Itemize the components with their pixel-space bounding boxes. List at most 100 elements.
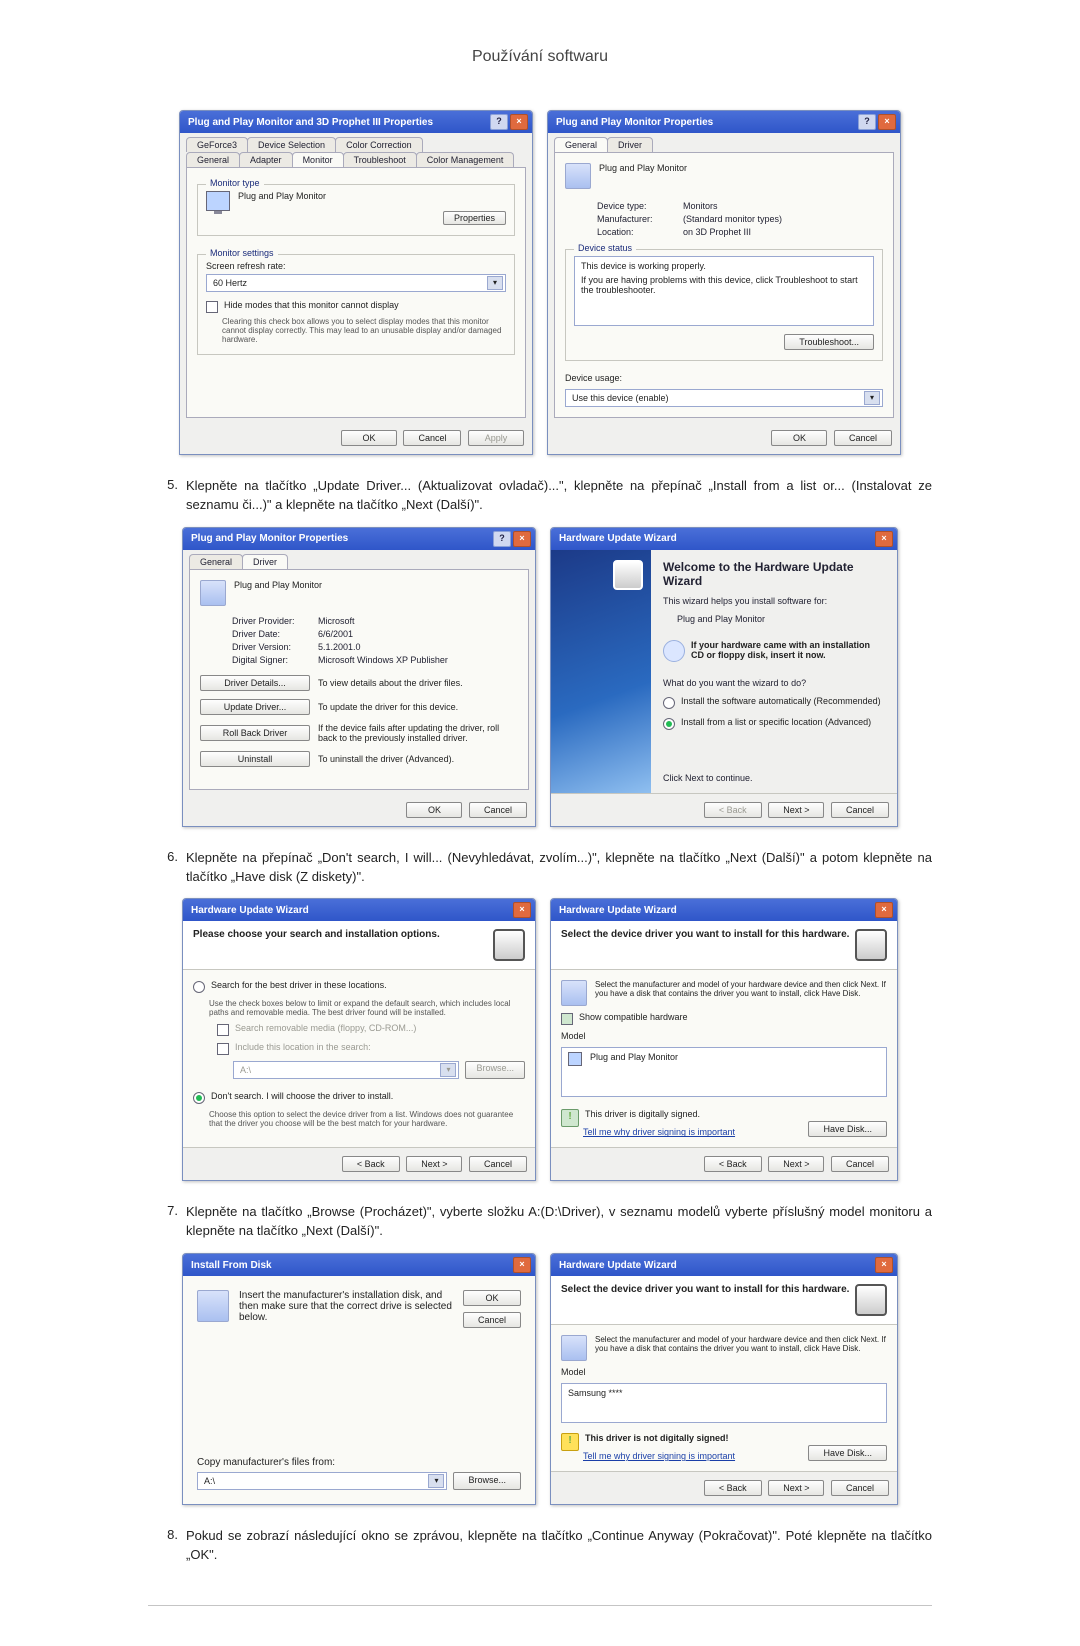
wizard-icon	[855, 929, 887, 961]
back-button[interactable]: < Back	[342, 1156, 400, 1172]
cancel-button[interactable]: Cancel	[463, 1312, 521, 1328]
next-button[interactable]: Next >	[768, 802, 824, 818]
checkbox	[217, 1024, 229, 1036]
wizard-icon	[613, 560, 643, 590]
back-button[interactable]: < Back	[704, 1156, 762, 1172]
next-button[interactable]: Next >	[768, 1480, 824, 1496]
driver-details-button[interactable]: Driver Details...	[200, 675, 310, 691]
chevron-down-icon[interactable]: ▾	[864, 391, 880, 405]
copy-from-value: A:\	[204, 1476, 215, 1486]
back-button[interactable]: < Back	[704, 1480, 762, 1496]
cancel-button[interactable]: Cancel	[831, 1480, 889, 1496]
option-auto[interactable]: Install the software automatically (Reco…	[663, 696, 885, 709]
tab-geforce3[interactable]: GeForce3	[186, 137, 248, 152]
close-icon[interactable]: ×	[875, 531, 893, 547]
next-button[interactable]: Next >	[406, 1156, 462, 1172]
chevron-down-icon[interactable]: ▾	[487, 276, 503, 290]
header-text: Plug and Play Monitor	[234, 580, 322, 590]
chevron-down-icon[interactable]: ▾	[428, 1474, 444, 1488]
close-icon[interactable]: ×	[513, 531, 531, 547]
help-icon[interactable]: ?	[490, 114, 508, 130]
next-button[interactable]: Next >	[768, 1156, 824, 1172]
device-usage-select[interactable]: Use this device (enable) ▾	[565, 389, 883, 407]
ok-button[interactable]: OK	[463, 1290, 521, 1306]
footer-divider	[148, 1605, 932, 1606]
browse-button[interactable]: Browse...	[453, 1472, 521, 1490]
model-list[interactable]: Samsung ****	[561, 1383, 887, 1423]
model-item[interactable]: Samsung ****	[568, 1388, 623, 1398]
apply-button: Apply	[468, 430, 524, 446]
signing-info-link[interactable]: Tell me why driver signing is important	[583, 1451, 735, 1461]
monitor-icon	[565, 163, 591, 189]
option-dont-search-desc: Choose this option to select the device …	[209, 1110, 525, 1128]
step-7: 7. Klepněte na tlačítko „Browse (Procház…	[148, 1203, 932, 1241]
window-title: Plug and Play Monitor Properties	[556, 117, 713, 128]
checkbox[interactable]	[561, 1013, 573, 1025]
radio[interactable]	[193, 981, 205, 993]
close-icon[interactable]: ×	[875, 902, 893, 918]
tab-driver[interactable]: Driver	[607, 137, 653, 152]
close-icon[interactable]: ×	[513, 1257, 531, 1273]
option-list[interactable]: Install from a list or specific location…	[663, 717, 885, 730]
radio[interactable]	[663, 718, 675, 730]
close-icon[interactable]: ×	[875, 1257, 893, 1273]
close-icon[interactable]: ×	[513, 902, 531, 918]
ok-button[interactable]: OK	[406, 802, 462, 818]
hide-modes-label: Hide modes that this monitor cannot disp…	[224, 300, 399, 310]
cancel-button[interactable]: Cancel	[831, 1156, 889, 1172]
titlebar: Plug and Play Monitor and 3D Prophet III…	[180, 111, 532, 133]
option-dont-search-label: Don't search. I will choose the driver t…	[211, 1091, 393, 1101]
kv-key: Manufacturer:	[597, 214, 677, 224]
tab-color-management[interactable]: Color Management	[416, 152, 515, 167]
signing-info-link[interactable]: Tell me why driver signing is important	[583, 1127, 735, 1137]
option-search[interactable]: Search for the best driver in these loca…	[193, 980, 525, 993]
checkbox[interactable]	[206, 301, 218, 313]
help-icon[interactable]: ?	[858, 114, 876, 130]
cancel-button[interactable]: Cancel	[469, 1156, 527, 1172]
option-dont-search[interactable]: Don't search. I will choose the driver t…	[193, 1091, 525, 1104]
cancel-button[interactable]: Cancel	[403, 430, 461, 446]
refresh-rate-select[interactable]: 60 Hertz ▾	[206, 274, 506, 292]
tab-row: GeForce3 Device Selection Color Correcti…	[180, 133, 532, 152]
rollback-driver-desc: If the device fails after updating the d…	[318, 723, 518, 743]
cancel-button[interactable]: Cancel	[469, 802, 527, 818]
ok-button[interactable]: OK	[341, 430, 397, 446]
signed-icon	[561, 1109, 579, 1127]
radio[interactable]	[663, 697, 675, 709]
model-list[interactable]: Plug and Play Monitor	[561, 1047, 887, 1097]
tab-adapter[interactable]: Adapter	[239, 152, 293, 167]
troubleshoot-button[interactable]: Troubleshoot...	[784, 334, 874, 350]
window-title: Plug and Play Monitor and 3D Prophet III…	[188, 117, 433, 128]
kv-key: Driver Version:	[232, 642, 312, 652]
kv-val: 6/6/2001	[318, 629, 518, 639]
copy-from-select[interactable]: A:\ ▾	[197, 1472, 447, 1490]
tab-device-selection[interactable]: Device Selection	[247, 137, 336, 152]
model-item[interactable]: Plug and Play Monitor	[590, 1052, 678, 1062]
device-status-legend: Device status	[574, 243, 636, 253]
close-icon[interactable]: ×	[878, 114, 896, 130]
tab-general[interactable]: General	[189, 554, 243, 569]
show-compatible-check[interactable]: Show compatible hardware	[561, 1012, 887, 1025]
refresh-rate-label: Screen refresh rate:	[206, 261, 506, 271]
update-driver-button[interactable]: Update Driver...	[200, 699, 310, 715]
rollback-driver-button[interactable]: Roll Back Driver	[200, 725, 310, 741]
tab-general[interactable]: General	[186, 152, 240, 167]
help-icon[interactable]: ?	[493, 531, 511, 547]
uninstall-button[interactable]: Uninstall	[200, 751, 310, 767]
path-select: A:\ ▾	[233, 1061, 459, 1079]
close-icon[interactable]: ×	[510, 114, 528, 130]
tab-general[interactable]: General	[554, 137, 608, 152]
radio[interactable]	[193, 1092, 205, 1104]
ok-button[interactable]: OK	[771, 430, 827, 446]
properties-button[interactable]: Properties	[443, 211, 506, 225]
tab-color-correction[interactable]: Color Correction	[335, 137, 423, 152]
tab-driver[interactable]: Driver	[242, 554, 288, 569]
have-disk-button[interactable]: Have Disk...	[808, 1121, 887, 1137]
cancel-button[interactable]: Cancel	[831, 802, 889, 818]
cancel-button[interactable]: Cancel	[834, 430, 892, 446]
hide-modes-row[interactable]: Hide modes that this monitor cannot disp…	[206, 300, 506, 313]
have-disk-button[interactable]: Have Disk...	[808, 1445, 887, 1461]
dialog-install-from-disk: Install From Disk × Insert the manufactu…	[182, 1253, 536, 1505]
tab-monitor[interactable]: Monitor	[292, 152, 344, 167]
tab-troubleshoot[interactable]: Troubleshoot	[343, 152, 417, 167]
